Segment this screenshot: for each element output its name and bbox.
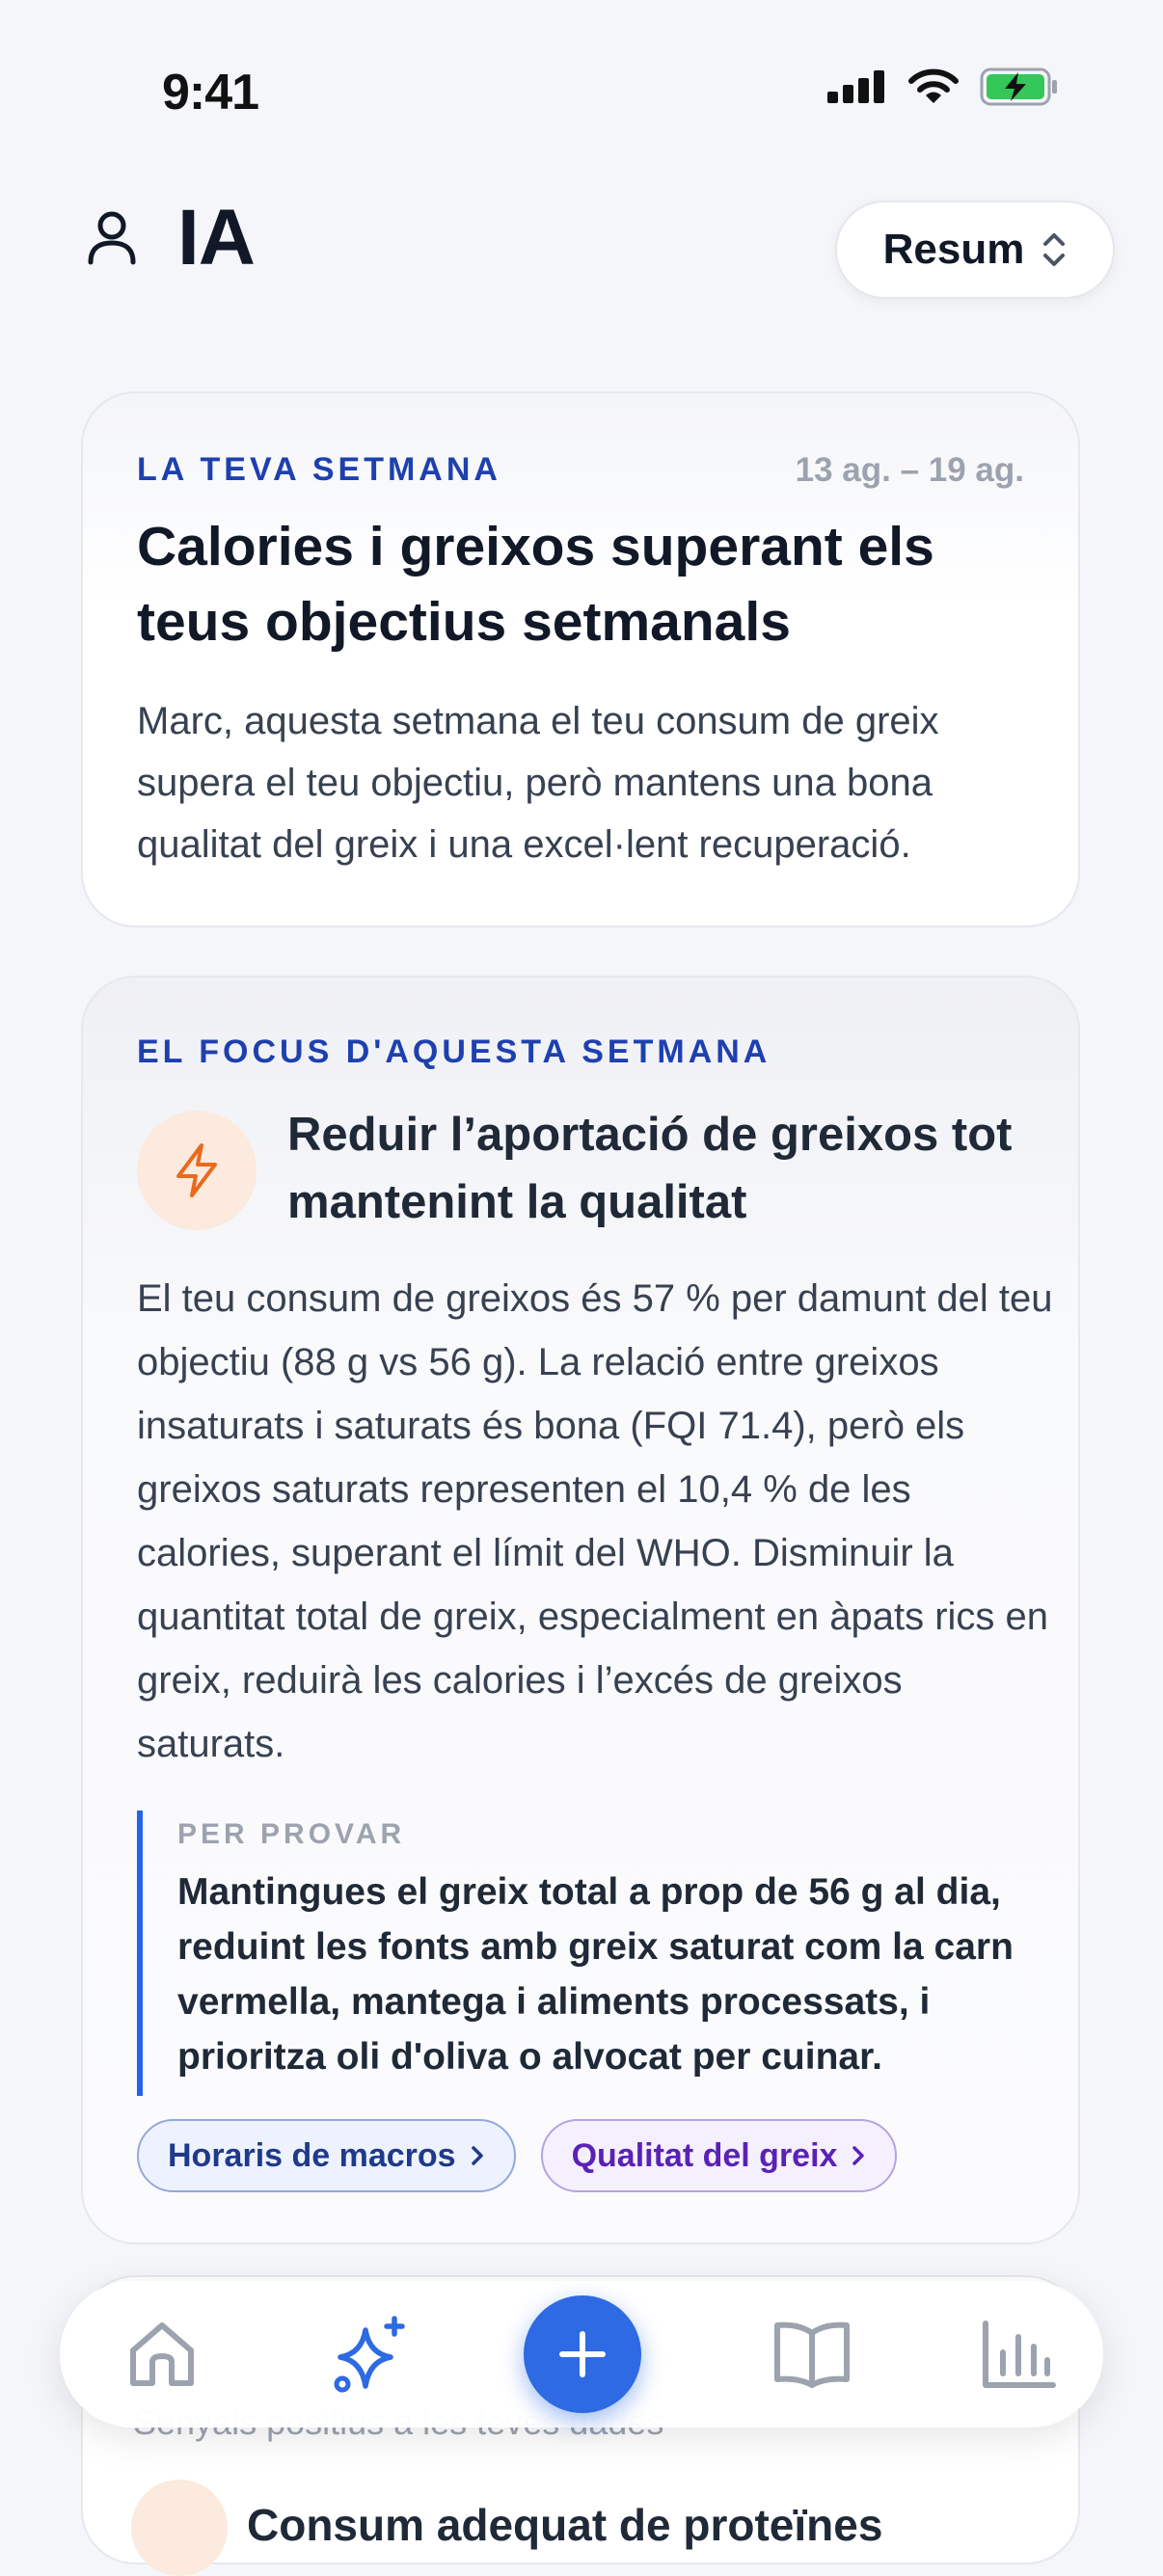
tip-label: PER PROVAR [177, 1818, 406, 1850]
status-time: 9:41 [162, 65, 259, 121]
weekly-focus-card: EL FOCUS D'AQUESTA SETMANA Reduir l’apor… [81, 976, 1080, 2244]
signal-icon [827, 70, 884, 103]
tab-home[interactable] [120, 2312, 204, 2397]
focus-icon-badge [137, 1111, 257, 1230]
view-selector[interactable]: Resum [835, 201, 1115, 299]
status-bar: 9:41 [0, 0, 1163, 183]
battery-charging-icon [980, 67, 1057, 106]
date-range: 13 ag. – 19 ag. [795, 451, 1024, 489]
status-icons [827, 67, 1059, 106]
chip-fat-quality[interactable]: Qualitat del greix [540, 2119, 898, 2192]
wifi-icon [908, 68, 959, 103]
add-icon [559, 2331, 606, 2377]
card-body: Marc, aquesta setmana el teu consum de g… [137, 700, 939, 866]
chip-macro-timing[interactable]: Horaris de macros [137, 2119, 516, 2192]
weekly-summary-card: LA TEVA SETMANA 13 ag. – 19 ag. Calories… [81, 391, 1080, 927]
tab-ai[interactable] [330, 2312, 415, 2397]
focus-title: Reduir l’aportació de greixos tot manten… [287, 1109, 1013, 1228]
tip-text: Mantingues el greix total a prop de 56 g… [177, 1871, 1014, 2078]
home-icon [130, 2322, 194, 2386]
lightning-icon [131, 2480, 228, 2576]
card-headline: Calories i greixos superant els teus obj… [137, 516, 934, 653]
tab-bar [60, 2281, 1103, 2428]
add-button[interactable] [524, 2295, 641, 2413]
lightning-icon [176, 1143, 217, 1197]
chip-label: Horaris de macros [168, 2136, 456, 2174]
focus-body: El teu consum de greixos és 57 % per dam… [137, 1277, 1053, 1765]
book-icon [774, 2321, 850, 2388]
page-header: IA Resum [0, 183, 1163, 328]
signal-item-title: Consum adequat de proteïnes [247, 2500, 883, 2550]
chevron-up-down-icon [1043, 233, 1066, 266]
chevron-right-icon [471, 2146, 483, 2165]
tab-journal[interactable] [770, 2312, 854, 2397]
page-title: IA [177, 194, 256, 282]
card-eyebrow: EL FOCUS D'AQUESTA SETMANA [137, 1033, 771, 1070]
view-selector-label: Resum [882, 226, 1025, 273]
chevron-right-icon [852, 2146, 865, 2165]
tip-callout: PER PROVAR Mantingues el greix total a p… [137, 1811, 1034, 2096]
card-eyebrow: LA TEVA SETMANA [137, 451, 501, 488]
profile-icon[interactable] [79, 204, 145, 270]
chip-label: Qualitat del greix [571, 2136, 838, 2174]
related-chips: Horaris de macros Qualitat del greix [137, 2119, 898, 2192]
chart-icon [983, 2321, 1056, 2388]
sparkles-icon [334, 2316, 405, 2393]
tab-stats[interactable] [976, 2312, 1061, 2397]
